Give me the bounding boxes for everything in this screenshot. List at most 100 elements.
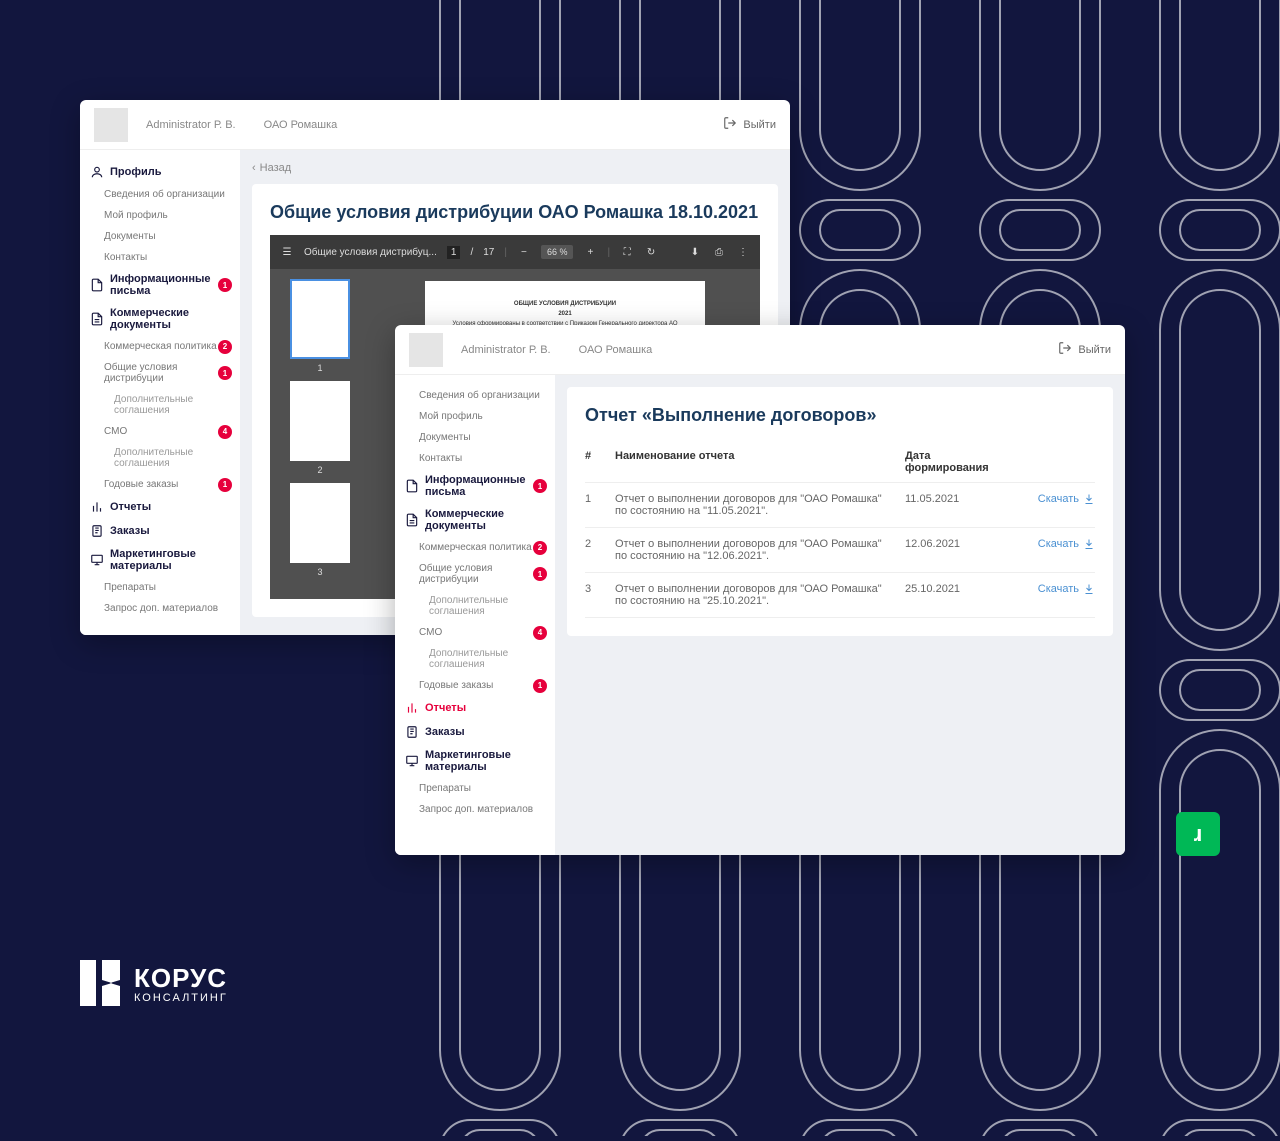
badge: 4: [218, 425, 232, 439]
page-title: Общие условия дистрибуции ОАО Ромашка 18…: [270, 202, 760, 223]
sidebar-item-comm-policy[interactable]: Коммерческая политика2: [395, 537, 555, 558]
sidebar-item-org-info[interactable]: Сведения об организации: [395, 385, 555, 406]
more-icon[interactable]: ⋮: [736, 245, 750, 259]
download-icon[interactable]: ⬇: [688, 245, 702, 259]
sidebar-item-preparations[interactable]: Препараты: [395, 778, 555, 799]
badge: 1: [533, 479, 547, 493]
file-icon: [90, 278, 104, 292]
reports-table: # Наименование отчета Дата формирования …: [585, 442, 1095, 618]
sidebar-item-documents[interactable]: Документы: [395, 427, 555, 448]
pdf-thumbnails: 1 2 3: [270, 269, 370, 599]
zoom-in-icon[interactable]: +: [583, 245, 597, 259]
download-link[interactable]: Скачать: [1015, 583, 1095, 595]
badge: 4: [533, 626, 547, 640]
print-icon[interactable]: ⎙: [712, 245, 726, 259]
badge: 1: [218, 478, 232, 492]
sidebar-item-smo[interactable]: СМО4: [80, 421, 240, 442]
sidebar-item-profile[interactable]: Профиль: [80, 160, 240, 184]
fit-page-icon[interactable]: ⛶: [620, 245, 634, 259]
pdf-thumb-1[interactable]: [290, 279, 350, 359]
back-link[interactable]: ‹Назад: [252, 162, 778, 174]
user-name[interactable]: Administrator Р. В.: [461, 344, 551, 356]
file-icon: [405, 479, 419, 493]
logout-icon: [1058, 341, 1072, 358]
download-link[interactable]: Скачать: [1015, 538, 1095, 550]
sidebar-item-comm-policy[interactable]: Коммерческая политика2: [80, 336, 240, 357]
sidebar-item-contacts[interactable]: Контакты: [80, 247, 240, 268]
logout-button[interactable]: Выйти: [723, 116, 776, 133]
sidebar-item-add-agreements[interactable]: Дополнительные соглашения: [395, 590, 555, 622]
report-card: Отчет «Выполнение договоров» # Наименова…: [567, 387, 1113, 636]
main-content: Отчет «Выполнение договоров» # Наименова…: [555, 375, 1125, 855]
logo-placeholder: [94, 108, 128, 142]
chevron-left-icon: ‹: [252, 162, 256, 174]
brand-logo: КОРУС КОНСАЛТИНГ: [80, 960, 228, 1006]
sidebar-item-add-agreements-2[interactable]: Дополнительные соглашения: [395, 643, 555, 675]
download-link[interactable]: Скачать: [1015, 493, 1095, 505]
chat-icon: ɹ: [1194, 821, 1203, 847]
sidebar-item-info-letters[interactable]: Информационные письма1: [80, 268, 240, 302]
sidebar: Профиль Сведения об организации Мой проф…: [80, 150, 240, 635]
sidebar-item-yearly-orders[interactable]: Годовые заказы1: [80, 474, 240, 495]
sidebar-item-contacts[interactable]: Контакты: [395, 448, 555, 469]
file-icon: [90, 312, 104, 326]
table-row: 1Отчет о выполнении договоров для "ОАО Р…: [585, 483, 1095, 528]
clipboard-icon: [90, 524, 104, 538]
sidebar-item-preparations[interactable]: Препараты: [80, 577, 240, 598]
chart-icon: [405, 701, 419, 715]
badge: 1: [533, 679, 547, 693]
pdf-page-total: 17: [483, 247, 494, 258]
sidebar-item-gen-conditions[interactable]: Общие условия дистрибуции1: [80, 357, 240, 389]
brand-subtitle: КОНСАЛТИНГ: [134, 992, 228, 1004]
pdf-thumb-2[interactable]: [290, 381, 350, 461]
pdf-zoom[interactable]: 66 %: [541, 245, 574, 259]
sidebar-item-info-letters[interactable]: Информационные письма1: [395, 469, 555, 503]
sidebar-item-gen-conditions[interactable]: Общие условия дистрибуции1: [395, 558, 555, 590]
sidebar-item-comm-docs[interactable]: Коммерческие документы: [80, 302, 240, 336]
sidebar-item-comm-docs[interactable]: Коммерческие документы: [395, 503, 555, 537]
org-name[interactable]: ОАО Ромашка: [579, 344, 653, 356]
table-row: 2Отчет о выполнении договоров для "ОАО Р…: [585, 528, 1095, 573]
topbar: Administrator Р. В. ОАО Ромашка Выйти: [80, 100, 790, 150]
sidebar-item-request-materials[interactable]: Запрос доп. материалов: [395, 799, 555, 820]
org-name[interactable]: ОАО Ромашка: [264, 119, 338, 131]
sidebar-item-yearly-orders[interactable]: Годовые заказы1: [395, 675, 555, 696]
badge: 2: [218, 340, 232, 354]
badge: 1: [218, 366, 232, 380]
logout-button[interactable]: Выйти: [1058, 341, 1111, 358]
user-name[interactable]: Administrator Р. В.: [146, 119, 236, 131]
sidebar-item-reports[interactable]: Отчеты: [395, 696, 555, 720]
logout-icon: [723, 116, 737, 133]
window-reports: Administrator Р. В. ОАО Ромашка Выйти Св…: [395, 325, 1125, 855]
sidebar-item-orders[interactable]: Заказы: [395, 720, 555, 744]
sidebar-item-org-info[interactable]: Сведения об организации: [80, 184, 240, 205]
rotate-icon[interactable]: ↻: [644, 245, 658, 259]
pdf-thumb-3[interactable]: [290, 483, 350, 563]
sidebar-item-my-profile[interactable]: Мой профиль: [395, 406, 555, 427]
sidebar-item-marketing[interactable]: Маркетинговые материалы: [395, 744, 555, 778]
zoom-out-icon[interactable]: −: [517, 245, 531, 259]
sidebar: Сведения об организации Мой профиль Доку…: [395, 375, 555, 855]
logo-placeholder: [409, 333, 443, 367]
file-icon: [405, 513, 419, 527]
badge: 1: [218, 278, 232, 292]
chat-widget-button[interactable]: ɹ: [1176, 812, 1220, 856]
topbar: Administrator Р. В. ОАО Ромашка Выйти: [395, 325, 1125, 375]
sidebar-item-marketing[interactable]: Маркетинговые материалы: [80, 543, 240, 577]
page-title: Отчет «Выполнение договоров»: [585, 405, 1095, 426]
chart-icon: [90, 500, 104, 514]
korus-logo-icon: [80, 960, 120, 1006]
menu-icon[interactable]: ☰: [280, 245, 294, 259]
sidebar-item-request-materials[interactable]: Запрос доп. материалов: [80, 598, 240, 619]
sidebar-item-add-agreements[interactable]: Дополнительные соглашения: [80, 389, 240, 421]
sidebar-item-orders[interactable]: Заказы: [80, 519, 240, 543]
sidebar-item-reports[interactable]: Отчеты: [80, 495, 240, 519]
table-row: 3Отчет о выполнении договоров для "ОАО Р…: [585, 573, 1095, 618]
sidebar-item-my-profile[interactable]: Мой профиль: [80, 205, 240, 226]
sidebar-item-documents[interactable]: Документы: [80, 226, 240, 247]
badge: 2: [533, 541, 547, 555]
sidebar-item-smo[interactable]: СМО4: [395, 622, 555, 643]
sidebar-item-add-agreements-2[interactable]: Дополнительные соглашения: [80, 442, 240, 474]
brand-name: КОРУС: [134, 963, 228, 994]
pdf-filename: Общие условия дистрибуц...: [304, 247, 437, 258]
